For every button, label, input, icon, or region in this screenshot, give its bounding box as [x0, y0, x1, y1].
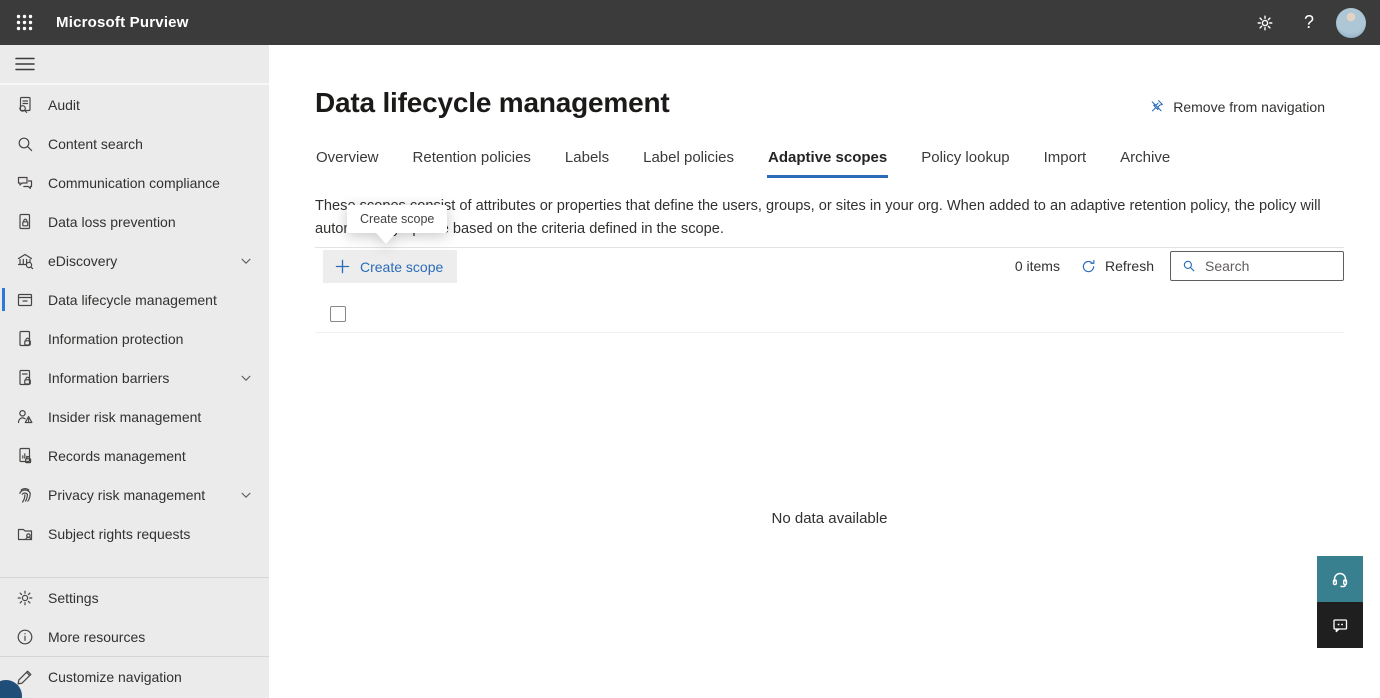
sidebar: Audit Content search Communication compl…	[0, 45, 269, 698]
sidebar-nav-list: Audit Content search Communication compl…	[0, 85, 269, 553]
sidebar-item[interactable]: Information protection	[0, 319, 269, 358]
collapse-nav-button[interactable]	[0, 45, 269, 83]
tab[interactable]: Labels	[564, 149, 610, 178]
communication-compliance-icon	[15, 173, 35, 193]
sidebar-footer: Settings More resources Customize naviga…	[0, 577, 269, 698]
topbar: Microsoft Purview ?	[0, 0, 1380, 45]
create-scope-tooltip: Create scope	[347, 205, 448, 244]
waffle-icon	[16, 14, 32, 31]
tab[interactable]: Policy lookup	[920, 149, 1010, 178]
tab[interactable]: Label policies	[642, 149, 735, 178]
sidebar-item[interactable]: Audit	[0, 85, 269, 124]
topbar-actions: ?	[1248, 0, 1380, 45]
sidebar-item[interactable]: Subject rights requests	[0, 514, 269, 553]
create-scope-label: Create scope	[360, 258, 444, 275]
chevron-down-icon	[239, 488, 253, 502]
sidebar-item[interactable]: Settings	[0, 578, 269, 617]
chevron-down-icon	[239, 371, 253, 385]
refresh-label: Refresh	[1104, 258, 1154, 274]
tab[interactable]: Overview	[315, 149, 380, 178]
items-count: 0 items	[1014, 258, 1060, 274]
ediscovery-icon	[15, 251, 35, 271]
sidebar-item[interactable]: Insider risk management	[0, 397, 269, 436]
information-barriers-icon	[15, 368, 35, 388]
customize-navigation-button[interactable]: Customize navigation	[0, 657, 269, 696]
tab-bar: Overview Retention policies Labels Label po…	[315, 149, 1171, 178]
main-content: Data lifecycle management Remove from na…	[269, 45, 1380, 698]
privacy-risk-icon	[15, 485, 35, 505]
feedback-widget-button[interactable]	[1317, 602, 1363, 648]
sidebar-item[interactable]: Content search	[0, 124, 269, 163]
tooltip-beak	[376, 233, 396, 244]
sidebar-item[interactable]: eDiscovery	[0, 241, 269, 280]
tab[interactable]: Archive	[1119, 149, 1171, 178]
table-header	[315, 296, 1344, 333]
feedback-chat-icon	[1333, 619, 1348, 633]
information-protection-icon	[15, 329, 35, 349]
content-search-icon	[15, 134, 35, 154]
select-all-cell	[315, 306, 363, 322]
subject-rights-icon	[15, 524, 35, 544]
user-avatar[interactable]	[1336, 7, 1366, 38]
data-loss-prevention-icon	[15, 212, 35, 232]
audit-icon	[15, 95, 35, 115]
app-launcher-waffle-icon[interactable]	[0, 0, 48, 45]
settings-gear-button[interactable]	[1248, 0, 1282, 45]
sidebar-footer-list: Settings More resources	[0, 578, 269, 656]
purview-app: Microsoft Purview ? Audit Content search…	[0, 0, 1380, 698]
sidebar-item[interactable]: Communication compliance	[0, 163, 269, 202]
insider-risk-icon	[15, 407, 35, 427]
commandbar-divider	[315, 247, 1344, 248]
tooltip-text: Create scope	[347, 205, 448, 233]
help-icon: ?	[1303, 12, 1314, 32]
search-box	[1170, 251, 1344, 281]
hamburger-icon	[15, 57, 35, 71]
page-title: Data lifecycle management	[315, 87, 670, 118]
help-widget-button[interactable]	[1317, 556, 1363, 602]
chevron-down-icon	[239, 254, 253, 268]
headset-icon	[1332, 572, 1348, 588]
help-button[interactable]: ?	[1292, 0, 1326, 45]
commandbar-right: 0 items Refresh	[1015, 251, 1344, 281]
sidebar-item[interactable]: Information barriers	[0, 358, 269, 397]
tab[interactable]: Import	[1043, 149, 1088, 178]
empty-state-message: No data available	[771, 510, 888, 527]
refresh-icon	[1082, 259, 1095, 272]
data-lifecycle-icon	[15, 290, 35, 310]
plus-icon	[335, 259, 350, 274]
info-icon	[15, 627, 35, 647]
gear-icon	[1257, 15, 1273, 30]
search-icon	[1183, 260, 1195, 272]
sidebar-item[interactable]: Privacy risk management	[0, 475, 269, 514]
sidebar-item[interactable]: Records management	[0, 436, 269, 475]
pencil-icon	[15, 667, 35, 687]
sidebar-item[interactable]: Data loss prevention	[0, 202, 269, 241]
remove-from-navigation-button[interactable]: Remove from navigation	[1148, 98, 1325, 115]
create-scope-button[interactable]: Create scope	[323, 250, 458, 283]
app-title: Microsoft Purview	[56, 14, 189, 31]
tab[interactable]: Retention policies	[412, 149, 532, 178]
remove-from-navigation-label: Remove from navigation	[1173, 98, 1325, 115]
page-description: These scopes consist of attributes or pr…	[315, 198, 1321, 237]
sidebar-item[interactable]: More resources	[0, 617, 269, 656]
unpin-icon	[1151, 100, 1164, 112]
select-all-checkbox[interactable]	[330, 306, 346, 322]
refresh-button[interactable]: Refresh	[1080, 258, 1154, 275]
settings-icon	[15, 588, 35, 608]
tab[interactable]: Adaptive scopes	[767, 149, 889, 178]
search-input[interactable]	[1205, 258, 1327, 274]
sidebar-item[interactable]: Data lifecycle management	[0, 280, 269, 319]
records-management-icon	[15, 446, 35, 466]
